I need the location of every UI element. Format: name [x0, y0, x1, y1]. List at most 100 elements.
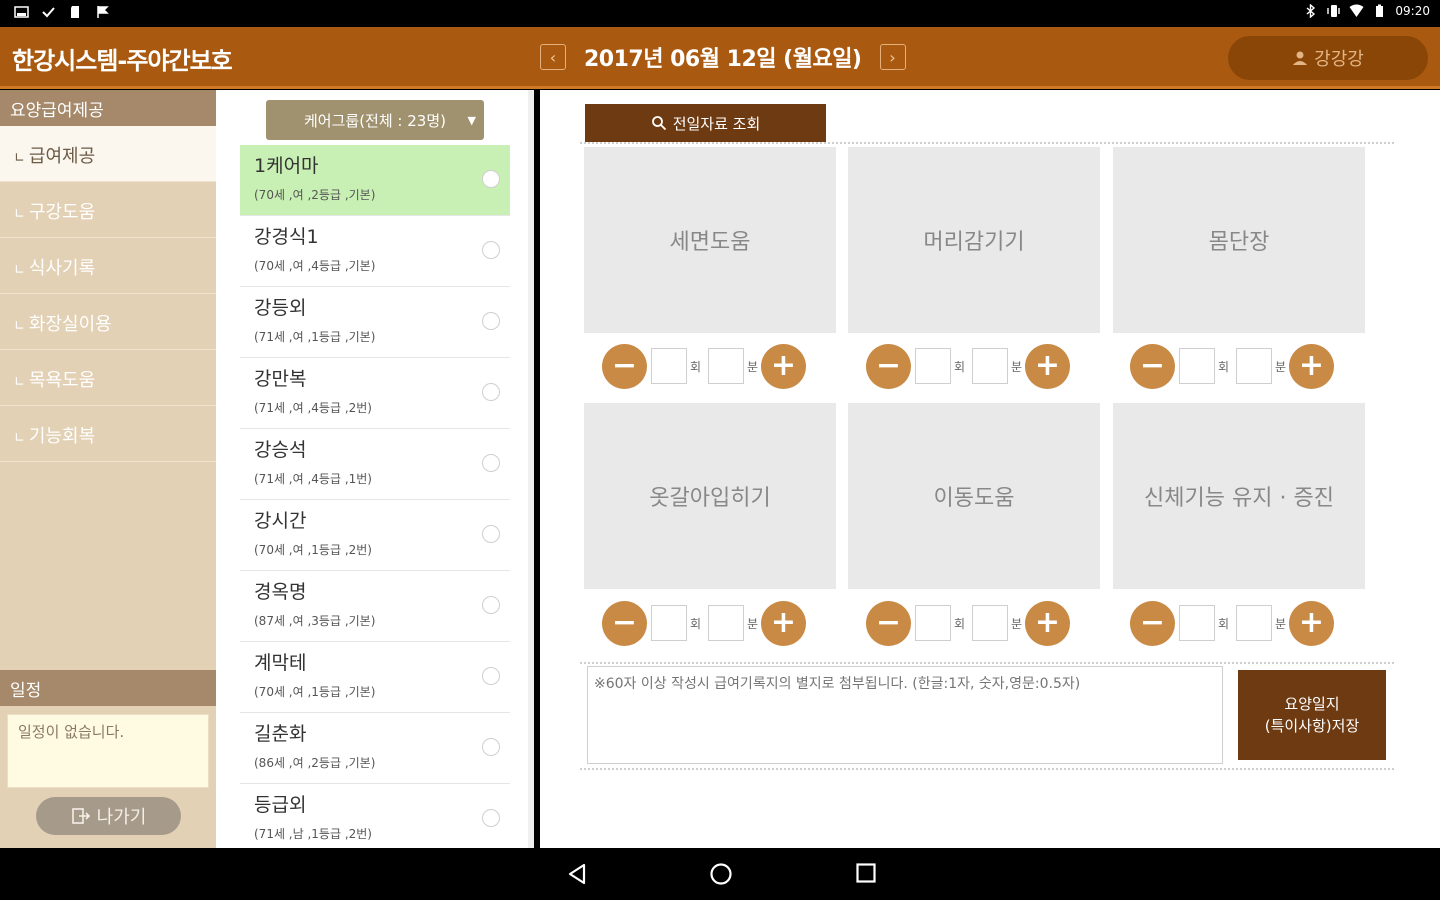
care-name: 길춘화 — [254, 723, 307, 745]
minute-input[interactable] — [1236, 348, 1272, 384]
care-info: (87세 ,여 ,3등급 ,기본) — [254, 614, 376, 628]
indent-mark: ∟ — [14, 431, 25, 446]
sidebar-item-toilet[interactable]: ∟ 화장실이용 — [0, 294, 216, 350]
radio-button[interactable] — [482, 241, 500, 259]
sidebar-item-meal[interactable]: ∟ 식사기록 — [0, 238, 216, 294]
care-name: 1케어마 — [254, 155, 319, 177]
minus-button[interactable]: − — [602, 343, 647, 389]
sidebar-item-label: 급여제공 — [28, 146, 96, 167]
minute-unit: 분 — [1011, 616, 1023, 631]
count-unit: 회 — [1218, 616, 1230, 631]
memo-textarea[interactable] — [587, 666, 1223, 764]
indent-mark: ∟ — [14, 207, 25, 222]
radio-button[interactable] — [482, 809, 500, 827]
next-date-button[interactable]: › — [879, 44, 906, 70]
minus-button[interactable]: − — [1130, 600, 1175, 646]
list-item[interactable]: 강승석 (71세 ,여 ,4등급 ,1번) — [240, 429, 510, 500]
app-title: 한강시스템-주야간보호 — [12, 47, 233, 75]
status-time: 09:20 — [1395, 4, 1430, 18]
radio-button[interactable] — [482, 667, 500, 685]
list-item[interactable]: 경옥명 (87세 ,여 ,3등급 ,기본) — [240, 571, 510, 642]
save-memo-button[interactable]: 요양일지 (특이사항)저장 — [1238, 670, 1386, 760]
care-tile-change-clothes[interactable]: 옷갈아입히기 — [584, 403, 836, 589]
minus-button[interactable]: − — [1130, 343, 1175, 389]
sidebar-item-oral[interactable]: ∟ 구강도움 — [0, 182, 216, 238]
count-unit: 회 — [690, 616, 702, 631]
battery-icon — [1376, 4, 1384, 17]
plus-button[interactable]: + — [1289, 600, 1334, 646]
care-info: (71세 ,남 ,1등급 ,2번) — [254, 827, 372, 841]
minute-input[interactable] — [708, 605, 744, 641]
care-info: (70세 ,여 ,2등급 ,기본) — [254, 188, 376, 202]
care-recipient-list: 케어그룹(전체 : 23명) ▼ 1케어마 (70세 ,여 ,2등급 ,기본) 강… — [216, 90, 534, 848]
plus-button[interactable]: + — [761, 600, 806, 646]
flag-icon — [97, 6, 109, 18]
check-icon — [42, 7, 55, 18]
care-tile-hair-wash[interactable]: 머리감기기 — [848, 147, 1100, 333]
minus-button[interactable]: − — [866, 343, 911, 389]
care-tile-grooming[interactable]: 몸단장 — [1113, 147, 1365, 333]
back-icon[interactable] — [566, 862, 588, 886]
recents-icon[interactable] — [855, 862, 877, 884]
sidebar-item-benefit[interactable]: ∟ 급여제공 — [0, 126, 216, 182]
plus-button[interactable]: + — [761, 343, 806, 389]
count-input[interactable] — [915, 605, 951, 641]
care-name: 강등외 — [254, 297, 307, 319]
list-item[interactable]: 강시간 (70세 ,여 ,1등급 ,2번) — [240, 500, 510, 571]
plus-button[interactable]: + — [1289, 343, 1334, 389]
care-tile-face-wash[interactable]: 세면도움 — [584, 147, 836, 333]
prev-date-button[interactable]: ‹ — [540, 44, 566, 70]
list-item[interactable]: 길춘화 (86세 ,여 ,2등급 ,기본) — [240, 713, 510, 784]
care-group-select[interactable]: 케어그룹(전체 : 23명) ▼ — [266, 100, 484, 140]
care-tile-physical-function[interactable]: 신체기능 유지 · 증진 — [1113, 403, 1365, 589]
list-item[interactable]: 강등외 (71세 ,여 ,1등급 ,기본) — [240, 287, 510, 358]
care-name: 강시간 — [254, 510, 307, 532]
quantity-stepper: − 회 분 + — [866, 343, 1076, 389]
radio-button[interactable] — [482, 383, 500, 401]
previous-day-data-button[interactable]: 전일자료 조회 — [585, 104, 826, 142]
count-input[interactable] — [1179, 605, 1215, 641]
list-item[interactable]: 1케어마 (70세 ,여 ,2등급 ,기본) — [240, 145, 510, 216]
sidebar-item-recovery[interactable]: ∟ 기능회복 — [0, 406, 216, 462]
exit-button[interactable]: 나가기 — [36, 797, 181, 835]
main-panel: 전일자료 조회 세면도움 머리감기기 몸단장 − 회 분 + − 회 분 + −… — [540, 90, 1440, 848]
minute-input[interactable] — [708, 348, 744, 384]
plus-button[interactable]: + — [1025, 600, 1070, 646]
minute-input[interactable] — [1236, 605, 1272, 641]
minute-input[interactable] — [972, 605, 1008, 641]
care-info: (70세 ,여 ,4등급 ,기본) — [254, 259, 376, 273]
sidebar-item-bath[interactable]: ∟ 목욕도움 — [0, 350, 216, 406]
minute-input[interactable] — [972, 348, 1008, 384]
care-name: 계막테 — [254, 652, 307, 674]
radio-button[interactable] — [482, 738, 500, 756]
count-input[interactable] — [651, 348, 687, 384]
home-icon[interactable] — [709, 862, 733, 886]
list-item[interactable]: 강만복 (71세 ,여 ,4등급 ,2번) — [240, 358, 510, 429]
radio-button[interactable] — [482, 312, 500, 330]
care-info: (70세 ,여 ,1등급 ,2번) — [254, 543, 372, 557]
minus-button[interactable]: − — [866, 600, 911, 646]
care-rows: 1케어마 (70세 ,여 ,2등급 ,기본) 강경식1 (70세 ,여 ,4등급 ,… — [240, 145, 510, 848]
schedule-title: 일정 — [0, 670, 216, 706]
radio-button[interactable] — [482, 170, 500, 188]
radio-button[interactable] — [482, 525, 500, 543]
care-info: (71세 ,여 ,4등급 ,1번) — [254, 472, 372, 486]
previous-day-data-label: 전일자료 조회 — [672, 114, 761, 133]
bluetooth-icon — [1306, 4, 1316, 18]
minus-button[interactable]: − — [602, 600, 647, 646]
schedule-empty-text: 일정이 없습니다. — [7, 714, 209, 788]
radio-button[interactable] — [482, 454, 500, 472]
count-input[interactable] — [1179, 348, 1215, 384]
care-tile-mobility[interactable]: 이동도움 — [848, 403, 1100, 589]
quantity-stepper: − 회 분 + — [1130, 600, 1340, 646]
count-input[interactable] — [915, 348, 951, 384]
count-input[interactable] — [651, 605, 687, 641]
list-item[interactable]: 강경식1 (70세 ,여 ,4등급 ,기본) — [240, 216, 510, 287]
plus-button[interactable]: + — [1025, 343, 1070, 389]
user-button[interactable]: 강강강 — [1228, 36, 1428, 80]
exit-label: 나가기 — [96, 807, 147, 828]
radio-button[interactable] — [482, 596, 500, 614]
list-item[interactable]: 등급외 (71세 ,남 ,1등급 ,2번) — [240, 784, 510, 848]
divider — [580, 662, 1394, 664]
list-item[interactable]: 계막테 (70세 ,여 ,1등급 ,기본) — [240, 642, 510, 713]
